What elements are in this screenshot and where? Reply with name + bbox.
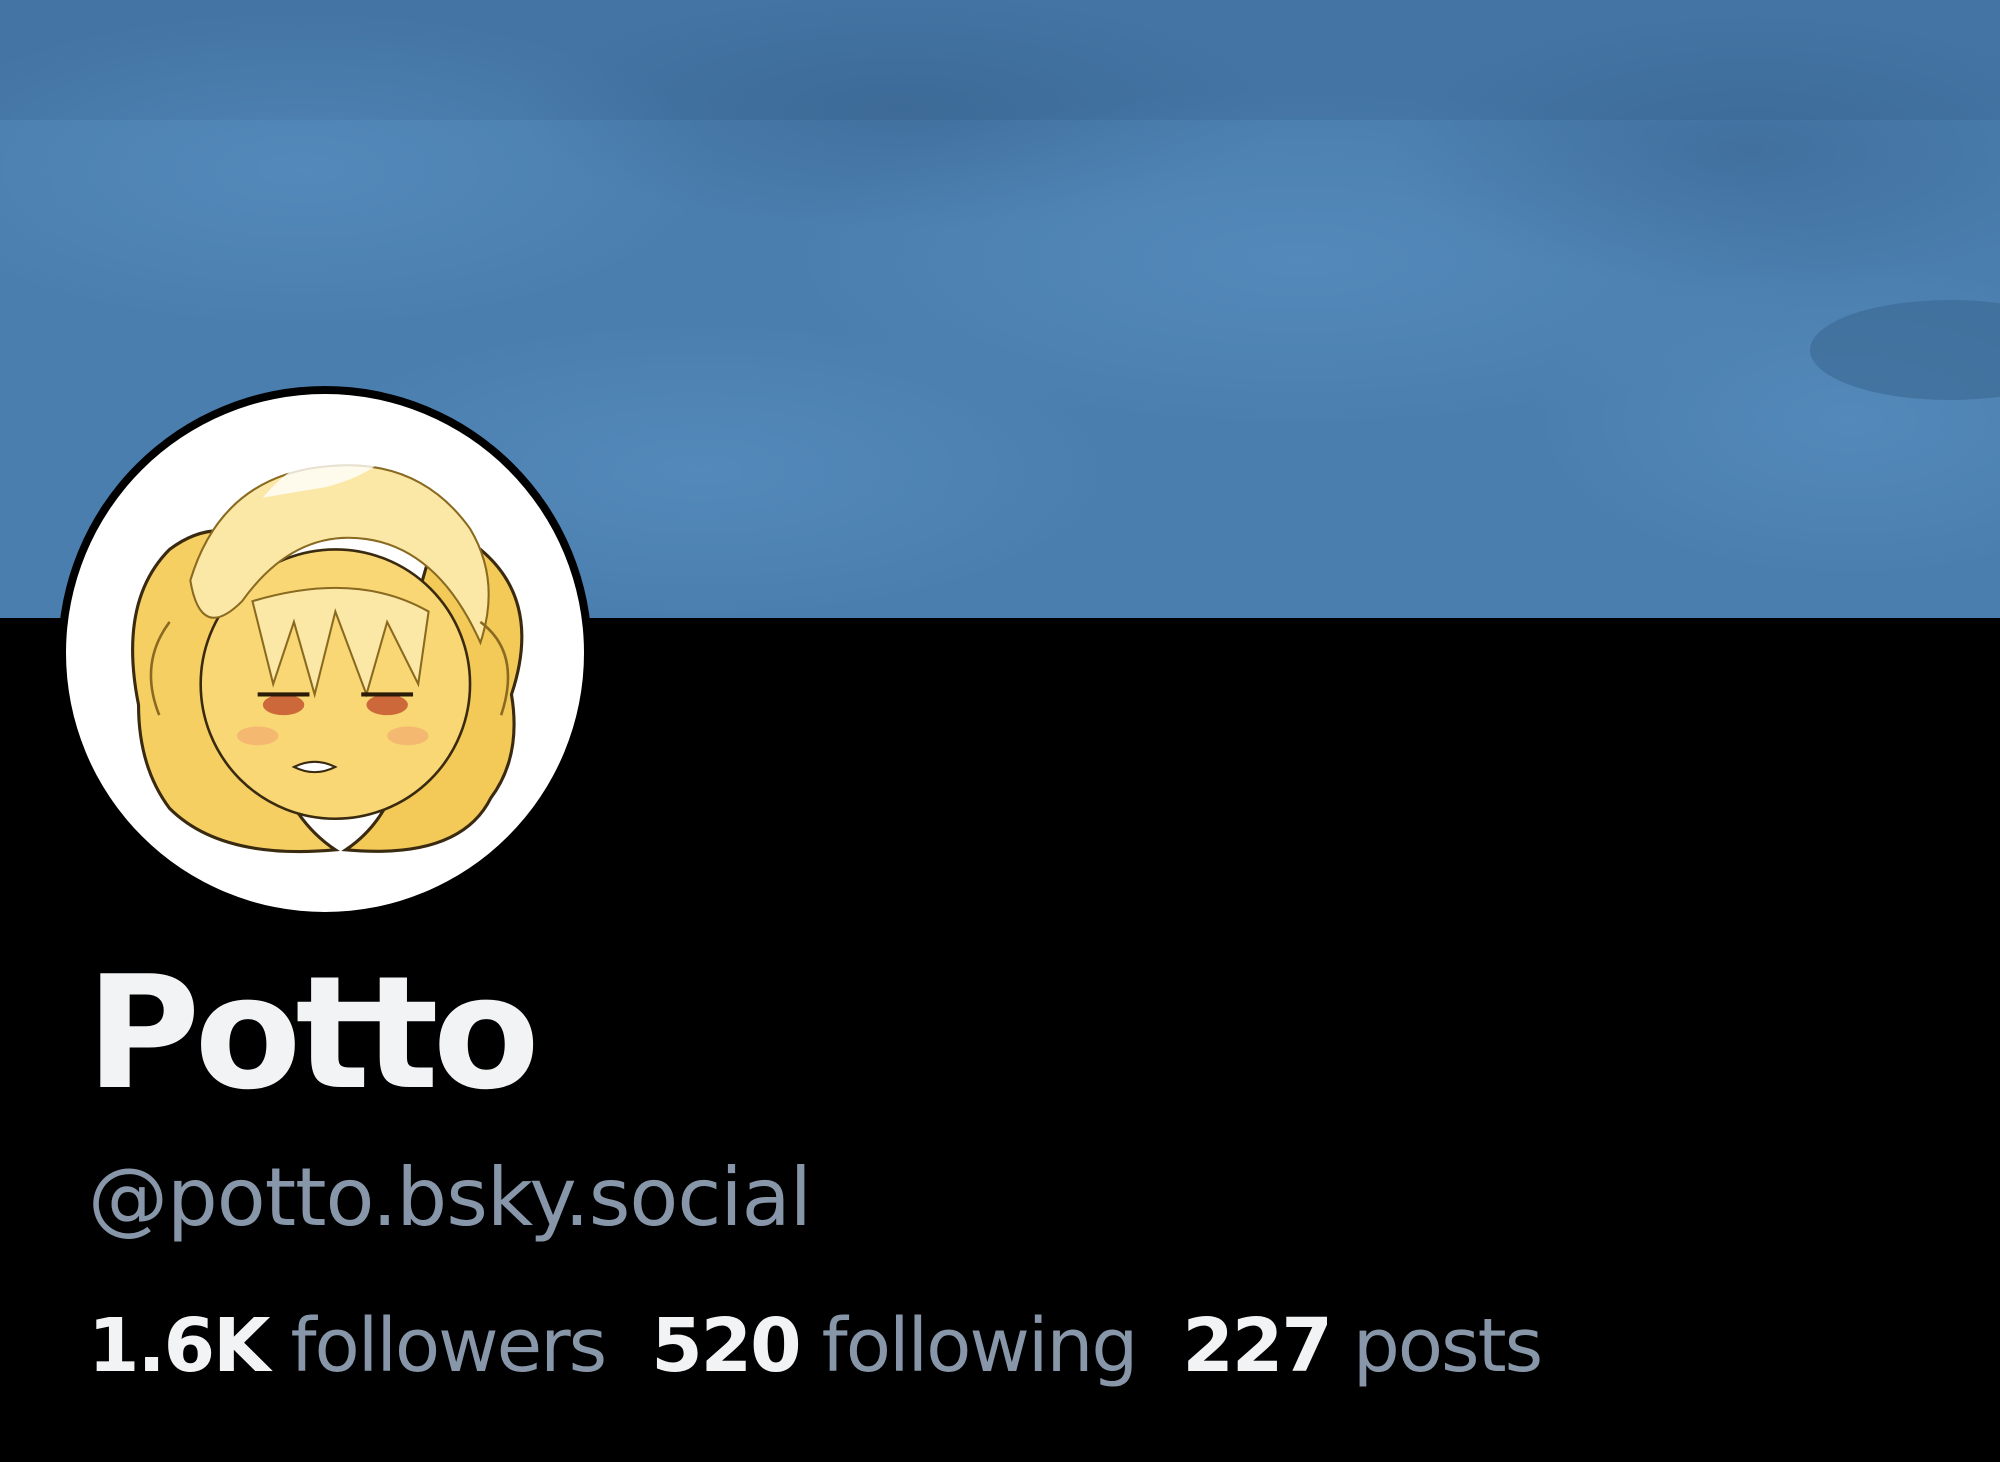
avatar-ring — [66, 394, 584, 912]
following-stat[interactable]: 520 following — [651, 1296, 1139, 1396]
avatar[interactable] — [58, 386, 592, 920]
avatar-image — [131, 450, 524, 854]
posts-label: posts — [1352, 1303, 1543, 1389]
profile-handle: @potto.bsky.social — [88, 1151, 812, 1244]
profile-page: Potto @potto.bsky.social 1.6K followers … — [0, 0, 2000, 1462]
following-label: following — [821, 1303, 1139, 1389]
posts-count: 227 — [1182, 1303, 1332, 1389]
followers-count: 1.6K — [88, 1303, 270, 1389]
profile-stats: 1.6K followers 520 following 227 posts — [88, 1296, 1587, 1396]
display-name: Potto — [86, 942, 540, 1124]
followers-label: followers — [290, 1303, 607, 1389]
posts-stat: 227 posts — [1182, 1296, 1543, 1396]
followers-stat[interactable]: 1.6K followers — [88, 1296, 607, 1396]
following-count: 520 — [651, 1303, 801, 1389]
